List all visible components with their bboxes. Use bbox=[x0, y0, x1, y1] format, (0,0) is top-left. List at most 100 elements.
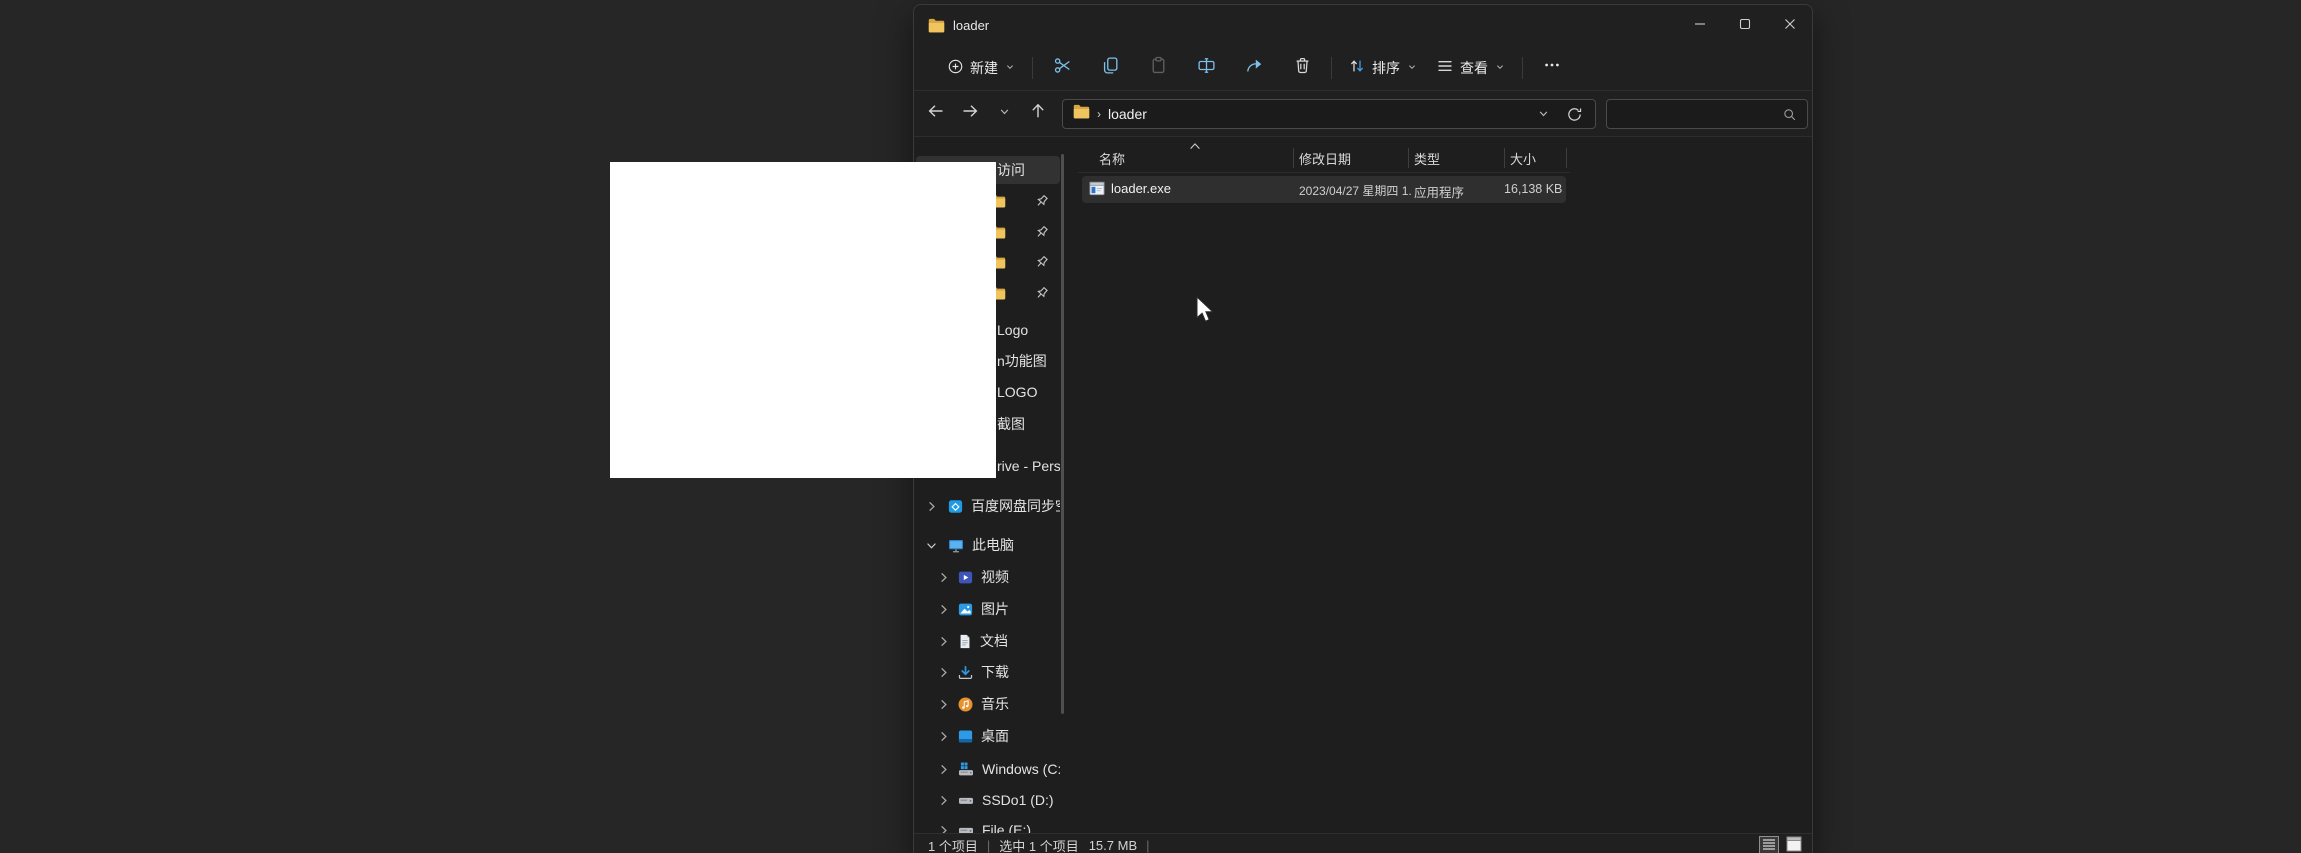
folder-icon bbox=[928, 18, 945, 33]
status-divider: | bbox=[987, 838, 990, 853]
sort-button[interactable]: 排序 bbox=[1339, 51, 1427, 85]
close-button[interactable] bbox=[1767, 5, 1812, 43]
chevron-right-icon[interactable] bbox=[924, 499, 939, 514]
chevron-right-icon[interactable] bbox=[936, 570, 951, 585]
column-header-modified[interactable]: 修改日期 bbox=[1299, 145, 1351, 171]
file-row[interactable]: loader.exe2023/04/27 星期四 1...应用程序16,138 … bbox=[1082, 176, 1566, 203]
column-header-name[interactable]: 名称 bbox=[1099, 145, 1125, 171]
explorer-body: 访问Logon功能图LOGO截图rive - Pers百度网盘同步空间此电脑视频… bbox=[914, 137, 1812, 837]
details-view-icon bbox=[1762, 838, 1776, 853]
clipboard-icon bbox=[1149, 56, 1168, 80]
back-button[interactable] bbox=[920, 98, 952, 130]
sidebar-item-label: 图片 bbox=[981, 599, 1009, 619]
toolbar-divider bbox=[1522, 57, 1523, 79]
column-header-size[interactable]: 大小 bbox=[1510, 145, 1536, 171]
sidebar-item-baidu-sync[interactable]: 百度网盘同步空间 bbox=[916, 492, 1060, 520]
item-count: 1 个项目 bbox=[928, 836, 978, 853]
sidebar-item-label: Logo bbox=[997, 322, 1028, 338]
pin-icon bbox=[1033, 193, 1050, 213]
column-divider[interactable] bbox=[1408, 148, 1409, 168]
pin-icon bbox=[1033, 285, 1050, 305]
chevron-right-icon[interactable] bbox=[936, 793, 951, 808]
sidebar-item-label: 访问 bbox=[997, 160, 1025, 180]
delete-button[interactable] bbox=[1280, 51, 1324, 85]
up-button[interactable] bbox=[1022, 98, 1054, 130]
mouse-cursor bbox=[1196, 296, 1216, 329]
sidebar-item-downloads[interactable]: 下载 bbox=[916, 658, 1060, 686]
rename-icon bbox=[1197, 56, 1216, 80]
drive-windows-icon bbox=[957, 761, 975, 778]
chevron-right-icon[interactable] bbox=[936, 602, 951, 617]
new-button[interactable]: 新建 bbox=[938, 51, 1025, 85]
details-view-toggle[interactable] bbox=[1759, 836, 1779, 853]
breadcrumb[interactable]: › loader bbox=[1062, 99, 1596, 129]
recent-locations-button[interactable] bbox=[988, 98, 1020, 130]
column-header-type[interactable]: 类型 bbox=[1414, 145, 1440, 171]
chevron-down-icon bbox=[1494, 60, 1506, 76]
chevron-right-icon[interactable] bbox=[936, 762, 951, 777]
plus-circle-icon bbox=[947, 58, 964, 78]
sidebar-item-label: 下载 bbox=[981, 662, 1009, 682]
column-divider[interactable] bbox=[1504, 148, 1505, 168]
sidebar-item-this-pc[interactable]: 此电脑 bbox=[916, 531, 1060, 559]
share-icon bbox=[1245, 56, 1264, 80]
search-box[interactable] bbox=[1606, 99, 1808, 129]
desktop: loader 新建 排序 bbox=[0, 0, 2301, 853]
rename-button[interactable] bbox=[1184, 51, 1228, 85]
file-name: loader.exe bbox=[1111, 181, 1171, 196]
sidebar-item-videos[interactable]: 视频 bbox=[916, 563, 1060, 591]
sort-ascending-caret bbox=[1188, 138, 1202, 156]
sidebar-item-label: LOGO bbox=[997, 384, 1037, 400]
app-window-icon bbox=[1089, 181, 1105, 201]
pin-icon bbox=[1033, 254, 1050, 274]
column-divider[interactable] bbox=[1293, 148, 1294, 168]
status-divider: | bbox=[1146, 838, 1149, 853]
sidebar-item-documents[interactable]: 文档 bbox=[916, 627, 1060, 655]
refresh-button[interactable] bbox=[1566, 106, 1583, 128]
forward-button[interactable] bbox=[954, 98, 986, 130]
chevron-down-icon bbox=[1406, 60, 1418, 76]
chevron-right-icon[interactable] bbox=[936, 665, 951, 680]
sidebar-item-label: Windows (C:) bbox=[982, 761, 1060, 777]
sidebar-item-pictures[interactable]: 图片 bbox=[916, 595, 1060, 623]
minimize-button[interactable] bbox=[1677, 5, 1722, 43]
paste-button[interactable] bbox=[1136, 51, 1180, 85]
selected-size: 15.7 MB bbox=[1089, 838, 1137, 853]
search-icon bbox=[1782, 107, 1797, 127]
new-button-label: 新建 bbox=[970, 58, 998, 78]
downloads-icon bbox=[957, 664, 974, 681]
view-button[interactable]: 查看 bbox=[1427, 51, 1515, 85]
file-type: 应用程序 bbox=[1414, 182, 1464, 201]
large-icons-view-toggle[interactable] bbox=[1784, 836, 1804, 853]
share-button[interactable] bbox=[1232, 51, 1276, 85]
chevron-right-icon[interactable] bbox=[936, 634, 951, 649]
sidebar-item-drive-d[interactable]: SSDo1 (D:) bbox=[916, 786, 1060, 814]
breadcrumb-separator: › bbox=[1097, 107, 1101, 121]
sidebar-item-label: 文档 bbox=[980, 631, 1008, 651]
sort-button-label: 排序 bbox=[1372, 58, 1400, 78]
chevron-right-icon[interactable] bbox=[936, 729, 951, 744]
sidebar-item-desktop[interactable]: 桌面 bbox=[916, 722, 1060, 750]
copy-button[interactable] bbox=[1088, 51, 1132, 85]
chevron-right-icon[interactable] bbox=[936, 697, 951, 712]
search-input[interactable] bbox=[1615, 102, 1779, 128]
window-title: loader bbox=[953, 18, 989, 33]
sidebar-item-label: n功能图 bbox=[997, 351, 1047, 371]
sidebar-item-music[interactable]: 音乐 bbox=[916, 690, 1060, 718]
cut-button[interactable] bbox=[1040, 51, 1084, 85]
white-overlay-window[interactable] bbox=[610, 162, 996, 478]
titlebar: loader bbox=[914, 5, 1812, 45]
copy-icon bbox=[1101, 56, 1120, 80]
chevron-down-icon[interactable] bbox=[924, 538, 939, 553]
sidebar-item-label: 截图 bbox=[997, 414, 1025, 434]
sidebar-item-label: 音乐 bbox=[981, 694, 1009, 714]
sidebar-item-drive-c[interactable]: Windows (C:) bbox=[916, 755, 1060, 783]
maximize-button[interactable] bbox=[1722, 5, 1767, 43]
column-divider[interactable] bbox=[1566, 148, 1567, 168]
address-dropdown-button[interactable] bbox=[1536, 106, 1551, 126]
folder-icon bbox=[1073, 104, 1090, 124]
sidebar-item-label: 百度网盘同步空间 bbox=[971, 496, 1060, 516]
sidebar-item-label: 视频 bbox=[981, 567, 1009, 587]
more-button[interactable] bbox=[1530, 51, 1574, 85]
explorer-window: loader 新建 排序 bbox=[913, 4, 1813, 853]
